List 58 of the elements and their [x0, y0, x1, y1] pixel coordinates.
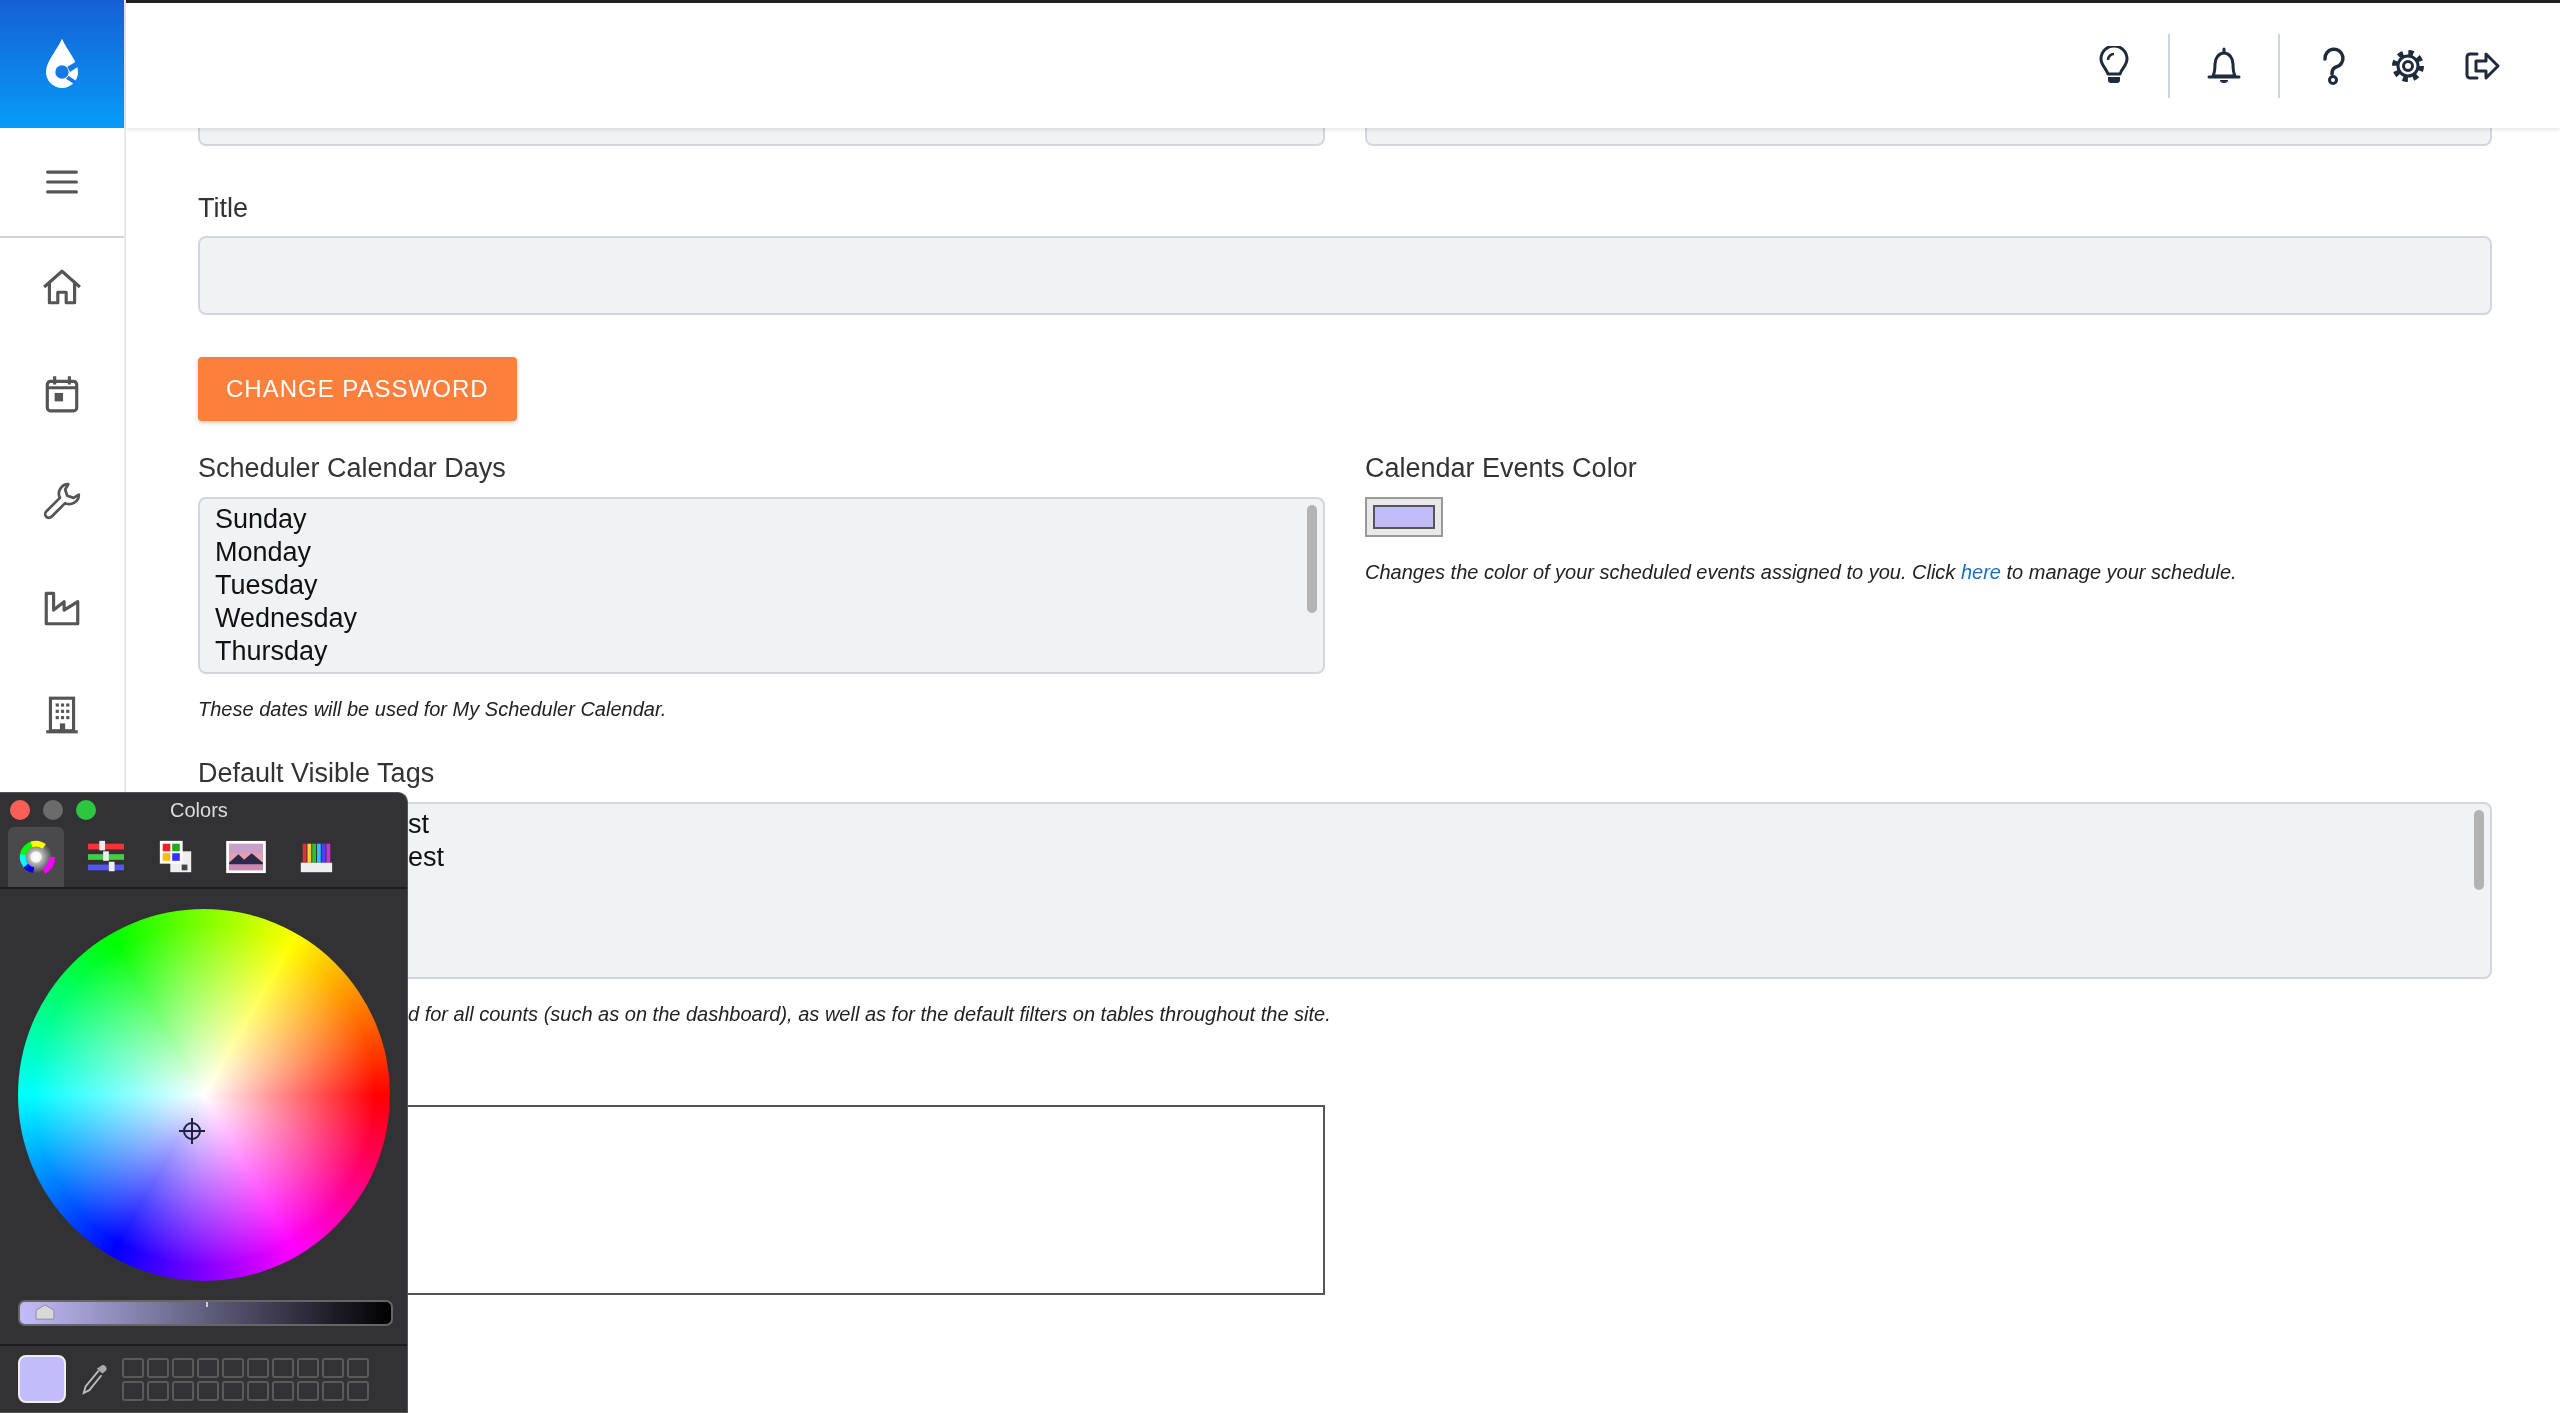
color-swatch-slot[interactable] — [147, 1357, 169, 1378]
color-swatch-slot[interactable] — [197, 1380, 219, 1401]
scrollbar[interactable] — [1307, 505, 1317, 613]
color-swatch-slot[interactable] — [222, 1357, 244, 1378]
color-swatch-slot[interactable] — [297, 1380, 319, 1401]
window-title: Colors — [170, 798, 228, 822]
list-option[interactable]: Monday — [215, 537, 312, 567]
list-option[interactable]: st — [408, 809, 429, 839]
color-swatch-slot[interactable] — [272, 1357, 294, 1378]
title-field[interactable] — [198, 236, 2492, 315]
close-button[interactable] — [10, 800, 30, 820]
eyedropper-icon[interactable] — [80, 1362, 108, 1396]
input-field[interactable] — [198, 128, 1325, 146]
help-text: Changes the color of your scheduled events assigned to you. Click here to manage your schedule. — [1365, 560, 2238, 585]
color-wheel-tab[interactable] — [8, 827, 64, 887]
color-swatch-slot[interactable] — [197, 1357, 219, 1378]
minimize-button[interactable] — [43, 800, 63, 820]
field-label: Default Visible Tags — [198, 757, 436, 789]
help-text: These dates will be used for My Scheduler Calendar. — [198, 697, 668, 722]
color-picker-button[interactable] — [1365, 497, 1443, 537]
list-option[interactable]: Tuesday — [215, 570, 318, 600]
field-label: Calendar Events Color — [1365, 452, 1638, 484]
list-option[interactable]: est — [408, 842, 445, 872]
image-icon — [225, 840, 267, 874]
zoom-button[interactable] — [76, 800, 96, 820]
wrench-icon[interactable] — [41, 480, 83, 522]
crosshair-icon[interactable] — [177, 1116, 206, 1145]
color-swatch-slot[interactable] — [122, 1357, 144, 1378]
color-swatch-slot[interactable] — [347, 1357, 369, 1378]
color-swatch-slot[interactable] — [122, 1380, 144, 1401]
color-swatch-slot[interactable] — [222, 1380, 244, 1401]
color-swatch-slot[interactable] — [172, 1380, 194, 1401]
field-label: Scheduler Calendar Days — [198, 452, 507, 484]
slider-thumb[interactable] — [34, 1304, 55, 1320]
list-option[interactable]: Wednesday — [215, 603, 358, 633]
color-wheel-icon — [17, 838, 55, 876]
color-swatch-slot[interactable] — [247, 1357, 269, 1378]
input-field[interactable] — [1365, 128, 2492, 146]
scrollbar[interactable] — [2474, 810, 2484, 890]
color-swatch-slot[interactable] — [272, 1380, 294, 1401]
list-option[interactable]: Sunday — [215, 504, 307, 534]
help-text: d for all counts (such as on the dashboard), as well as for the default filters on tables throughout the site. — [408, 1002, 1332, 1027]
tags-listbox[interactable]: st est — [408, 802, 2492, 979]
color-swatch-slot[interactable] — [297, 1357, 319, 1378]
brightness-slider[interactable] — [18, 1300, 393, 1326]
app-logo[interactable] — [0, 0, 124, 128]
color-swatch-slot[interactable] — [247, 1380, 269, 1401]
color-swatch-slot[interactable] — [347, 1380, 369, 1401]
current-color-well[interactable] — [18, 1355, 66, 1403]
color-swatch-slot[interactable] — [322, 1357, 344, 1378]
days-listbox[interactable]: Sunday Monday Tuesday Wednesday Thursday — [198, 497, 1325, 674]
color-swatch-slot[interactable] — [172, 1357, 194, 1378]
list-option[interactable]: Thursday — [215, 636, 328, 666]
color-swatch-slot[interactable] — [322, 1380, 344, 1401]
color-swatch-slot[interactable] — [147, 1380, 169, 1401]
text-area[interactable] — [408, 1105, 1325, 1295]
here-link[interactable]: here — [1960, 561, 2001, 583]
field-label: Title — [198, 192, 249, 224]
